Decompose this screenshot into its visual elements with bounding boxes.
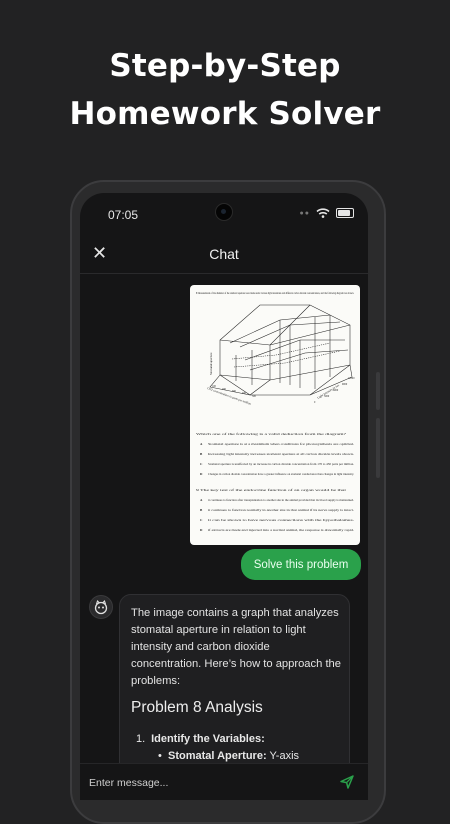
option-letter: B — [200, 508, 203, 512]
assistant-list: 1. Identify the Variables: • Stomatal Ape… — [136, 731, 346, 765]
option-letter: D — [200, 472, 203, 476]
question-8-text: 8 Measurements of the diameter of the st… — [196, 291, 354, 296]
option-text: if extracts are made and injected into a… — [208, 528, 354, 533]
axis-label-stomatal: Stomatal aperture — [209, 352, 213, 375]
solve-problem-label: Solve this problem — [253, 558, 349, 571]
message-input[interactable] — [87, 771, 331, 795]
sub-item-text: Y-axis — [266, 750, 300, 762]
wifi-icon — [316, 208, 330, 218]
homework-page-image: 8 Measurements of the diameter of the st… — [196, 291, 355, 533]
headline: Step-by-Step Homework Solver — [0, 42, 450, 138]
light-tick: 3000 — [324, 395, 330, 398]
bot-avatar-icon — [89, 595, 113, 619]
option-letter: D — [200, 528, 203, 532]
option-letter: C — [200, 462, 203, 466]
status-bar: 07:05 ●● — [80, 193, 368, 233]
light-tick: 12000 — [348, 377, 355, 380]
option-text: Increasing light intensity increases sto… — [208, 452, 354, 456]
option-text: Stomatal aperture is unaffected by an in… — [208, 462, 354, 466]
status-time: 07:05 — [108, 208, 139, 222]
solve-problem-button[interactable]: Solve this problem — [241, 549, 361, 580]
send-icon[interactable] — [339, 774, 355, 790]
co2-tick: 100 — [212, 385, 217, 388]
headline-line-2: Homework Solver — [69, 96, 381, 132]
co2-tick: 300 — [232, 390, 237, 393]
option-letter: B — [200, 452, 203, 456]
notification-dots-icon: ●● — [299, 209, 310, 217]
option-text: Stomatal aperture is at a maximum when c… — [208, 442, 354, 446]
light-tick: 9000 — [342, 383, 348, 386]
battery-icon — [336, 208, 354, 218]
message-input-bar — [80, 763, 368, 800]
co2-tick: 500 — [252, 395, 257, 398]
option-text: it continues to function normally in ano… — [208, 508, 354, 512]
light-tick: 6000 — [333, 389, 339, 392]
option-text: Changes in carbon dioxide concentration … — [208, 472, 354, 476]
option-letter: C — [200, 518, 203, 522]
assistant-intro: The image contains a graph that analyzes… — [131, 607, 342, 687]
option-letter: A — [200, 498, 203, 502]
camera-icon — [215, 203, 233, 221]
option-letter: A — [200, 442, 203, 446]
list-item-label: Identify the Variables: — [151, 733, 265, 745]
sub-item-label: Stomatal Aperture: — [168, 750, 267, 762]
assistant-message: The image contains a graph that analyzes… — [119, 594, 350, 786]
phone-side-button — [376, 418, 380, 478]
question-text: Which one of the following is a valid de… — [196, 432, 347, 436]
uploaded-image[interactable]: 8 Measurements of the diameter of the st… — [190, 285, 360, 545]
diagram-3d — [209, 304, 353, 396]
headline-line-1: Step-by-Step — [109, 48, 341, 84]
list-item: 1. Identify the Variables: — [136, 731, 346, 748]
phone-screen: 07:05 ●● ✕ Chat 8 Measurements of the di… — [80, 193, 368, 800]
assistant-heading: Problem 8 Analysis — [131, 699, 263, 716]
option-text: it can be shown to have nervous connecti… — [208, 518, 354, 522]
page-title: Chat — [209, 246, 239, 262]
option-text: it continues to function after transplan… — [208, 498, 354, 502]
phone-side-button — [376, 372, 380, 410]
co2-tick: 200 — [222, 388, 227, 391]
light-tick: 0 — [314, 401, 316, 404]
axis-label-co2: CO2 concentration in parts per million — [207, 386, 252, 406]
list-item-number: 1. — [136, 733, 146, 745]
app-bar: ✕ Chat — [80, 235, 368, 274]
question-9-text: 9 The key test of the endocrine function… — [196, 488, 346, 492]
status-icons: ●● — [300, 208, 354, 218]
